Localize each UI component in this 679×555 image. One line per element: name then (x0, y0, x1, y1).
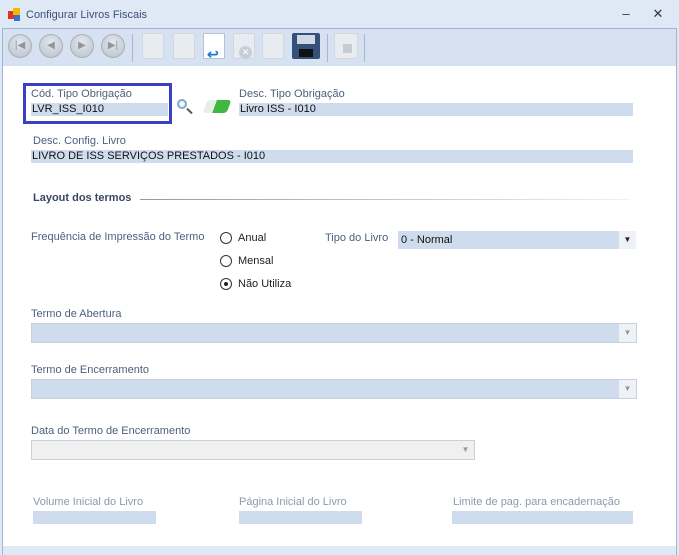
redo-button[interactable] (262, 33, 284, 59)
volume-input[interactable] (33, 511, 156, 524)
first-record-button[interactable]: |◀ (8, 34, 32, 58)
toolbar-separator (364, 34, 365, 62)
radio-mensal[interactable] (220, 255, 232, 267)
pagina-label: Página Inicial do Livro (239, 496, 347, 508)
desc-tipo-input[interactable]: Livro ISS - I010 (239, 103, 633, 116)
previous-icon: ◀ (47, 40, 55, 51)
chevron-down-icon: ▼ (619, 380, 636, 398)
chevron-down-icon: ▼ (619, 231, 636, 249)
radio-nao-utiliza[interactable] (220, 278, 232, 290)
search-icon[interactable] (176, 98, 194, 116)
app-icon (8, 8, 21, 21)
new-button[interactable] (142, 33, 164, 59)
delete-icon: ✕ (239, 46, 252, 59)
section-divider (140, 199, 630, 200)
radio-nao-utiliza-label: Não Utiliza (238, 278, 292, 290)
limite-input[interactable] (452, 511, 633, 524)
data-termo-label: Data do Termo de Encerramento (31, 425, 191, 437)
delete-button[interactable]: ✕ (233, 33, 255, 59)
status-strip (3, 546, 676, 555)
chevron-down-icon: ▼ (619, 324, 636, 342)
close-button[interactable]: ✕ (648, 6, 668, 24)
previous-record-button[interactable]: ◀ (39, 34, 63, 58)
termo-abertura-select[interactable]: ▼ (31, 323, 637, 343)
termo-encerramento-select[interactable]: ▼ (31, 379, 637, 399)
cod-tipo-input[interactable]: LVR_ISS_I010 (31, 103, 168, 116)
desc-config-input[interactable]: LIVRO DE ISS SERVIÇOS PRESTADOS - I010 (31, 150, 633, 163)
radio-mensal-label: Mensal (238, 255, 274, 267)
next-icon: ▶ (78, 40, 86, 51)
edit-button[interactable] (173, 33, 195, 59)
desc-tipo-label: Desc. Tipo Obrigação (239, 88, 345, 100)
lock-button[interactable] (334, 33, 358, 59)
volume-label: Volume Inicial do Livro (33, 496, 144, 508)
data-termo-picker[interactable]: ▼ (31, 440, 475, 460)
tipo-livro-value: 0 - Normal (401, 234, 453, 246)
freq-label: Frequência de Impressão do Termo (31, 231, 205, 243)
toolbar-separator (327, 34, 328, 62)
radio-anual[interactable] (220, 232, 232, 244)
chevron-down-icon: ▼ (457, 441, 474, 459)
termo-abertura-label: Termo de Abertura (31, 308, 122, 320)
toolbar-separator (132, 34, 133, 62)
first-icon: |◀ (14, 40, 26, 51)
last-record-button[interactable]: ▶| (101, 34, 125, 58)
limite-label: Limite de pag. para encadernação (453, 496, 620, 508)
next-record-button[interactable]: ▶ (70, 34, 94, 58)
section-title: Layout dos termos (33, 192, 132, 204)
window-title: Configurar Livros Fiscais (26, 9, 148, 21)
radio-anual-label: Anual (238, 232, 267, 244)
minimize-button[interactable]: – (616, 6, 636, 24)
undo-button[interactable]: ↩ (203, 33, 225, 62)
save-button[interactable] (292, 33, 320, 59)
save-icon (297, 35, 315, 44)
pagina-input[interactable] (239, 511, 362, 524)
tipo-livro-label: Tipo do Livro (325, 232, 389, 244)
last-icon: ▶| (107, 40, 119, 51)
lock-icon (343, 44, 352, 53)
tipo-livro-select[interactable]: 0 - Normal ▼ (398, 231, 636, 249)
undo-icon: ↩ (207, 46, 219, 62)
desc-config-label: Desc. Config. Livro (33, 135, 126, 147)
termo-encerramento-label: Termo de Encerramento (31, 364, 149, 376)
eraser-icon[interactable] (202, 100, 232, 113)
cod-tipo-label: Cód. Tipo Obrigação (31, 88, 132, 100)
